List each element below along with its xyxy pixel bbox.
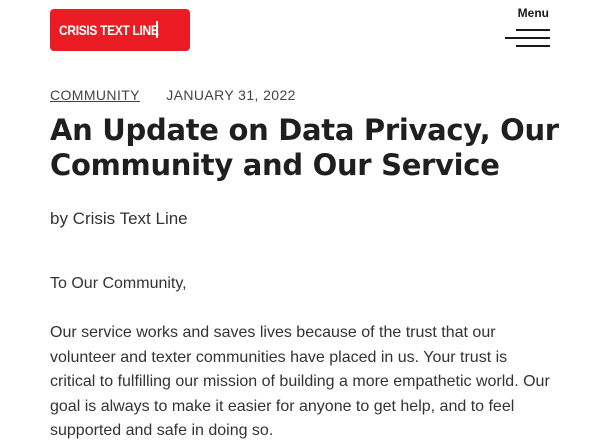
logo-text: CRISIS TEXT LINE bbox=[59, 22, 159, 38]
menu-label: Menu bbox=[517, 6, 549, 20]
post-date: JANUARY 31, 2022 bbox=[166, 87, 296, 103]
post-byline: by Crisis Text Line bbox=[50, 209, 188, 228]
post-paragraph: Our service works and saves lives becaus… bbox=[50, 324, 550, 439]
post-title: An Update on Data Privacy, Our Community… bbox=[50, 113, 559, 182]
menu-button[interactable]: Menu bbox=[504, 6, 552, 50]
post-salutation: To Our Community, bbox=[50, 275, 187, 292]
logo-cursor-bar bbox=[156, 21, 158, 38]
category-link[interactable]: COMMUNITY bbox=[50, 87, 140, 103]
page: CRISIS TEXT LINE Menu COMMUNITY JANUARY … bbox=[0, 0, 600, 445]
post-meta: COMMUNITY JANUARY 31, 2022 bbox=[50, 87, 296, 103]
crisis-text-line-logo[interactable]: CRISIS TEXT LINE bbox=[50, 9, 190, 51]
